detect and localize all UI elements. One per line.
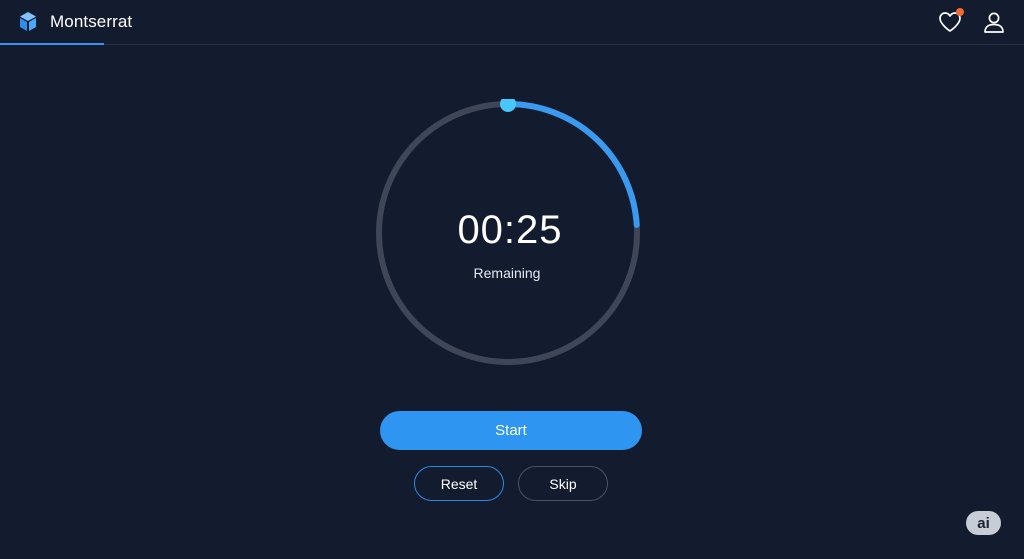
countdown-status: Remaining [473,265,541,281]
ring-progress-knob [500,99,516,112]
brand[interactable]: Montserrat [18,10,132,34]
profile-button[interactable] [980,8,1008,36]
start-button[interactable]: Start [380,411,642,450]
active-tab-indicator [0,43,104,45]
user-icon [984,12,1004,33]
reset-button[interactable]: Reset [414,466,504,501]
ring-progress [505,101,640,228]
ai-badge[interactable]: ai [966,511,1001,535]
skip-button[interactable]: Skip [518,466,608,501]
hexagon-cube-logo-icon [20,12,36,31]
countdown-time: 00:25 [457,208,563,252]
app-name: Montserrat [50,12,133,31]
top-bar [0,0,1024,45]
notification-dot [956,8,964,16]
